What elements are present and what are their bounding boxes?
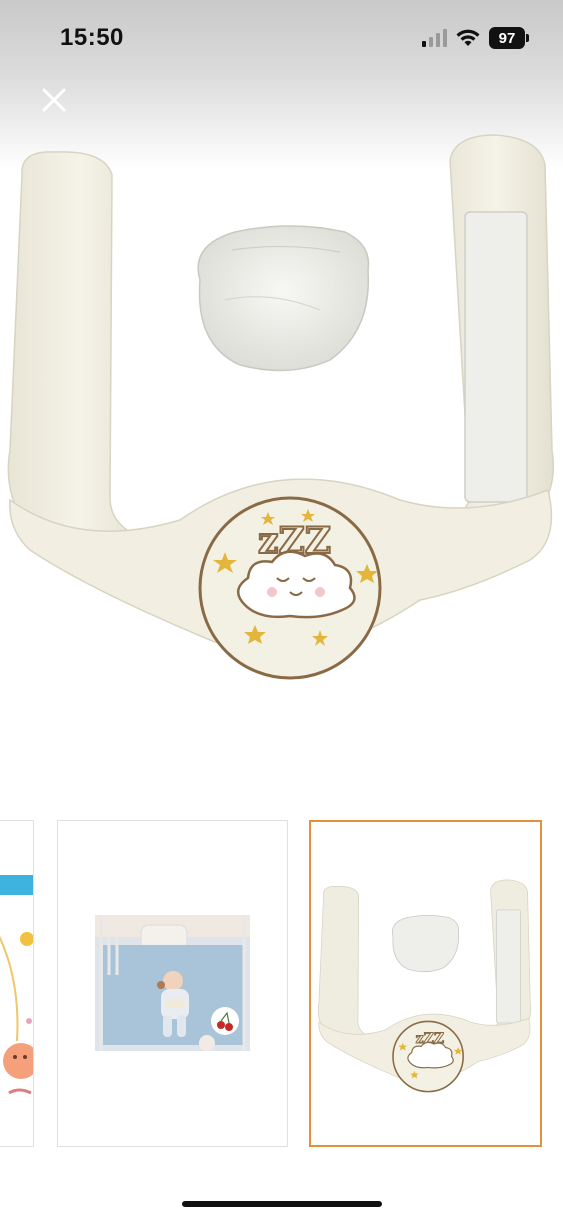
thumbnail-baby-crib[interactable]: [57, 820, 288, 1147]
close-button[interactable]: [36, 82, 72, 118]
status-bar: 15:50 97: [0, 0, 563, 76]
status-indicators: 97: [421, 26, 529, 50]
status-time: 15:50: [60, 24, 124, 51]
thumbnail-colic-belt-selected[interactable]: zZZ: [309, 820, 542, 1147]
battery-level: 97: [498, 29, 516, 47]
cartoon-baby-illustration: [0, 821, 33, 1146]
thumbnail-cartoon-baby[interactable]: [0, 820, 34, 1147]
baby-in-crib-photo: [58, 821, 287, 1146]
battery-indicator: 97: [489, 27, 529, 49]
main-product-image[interactable]: zZZ: [0, 120, 563, 700]
home-indicator[interactable]: [182, 1201, 382, 1207]
wifi-icon: [456, 29, 480, 46]
cellular-signal-icon: [422, 29, 447, 47]
close-icon: [42, 88, 66, 112]
colic-belt-product-photo: zZZ: [311, 822, 540, 1145]
